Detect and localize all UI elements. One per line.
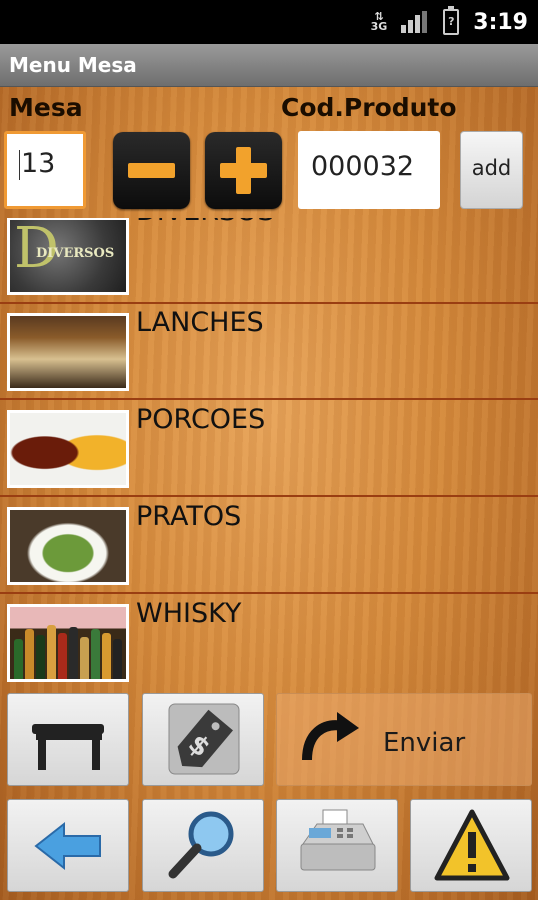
warning-icon	[434, 809, 510, 881]
back-arrow-icon	[34, 821, 101, 871]
table-icon	[32, 724, 104, 770]
category-label: LANCHES	[136, 307, 264, 338]
page-title: Menu Mesa	[9, 53, 137, 77]
back-button[interactable]	[7, 799, 129, 892]
battery-icon: ?	[443, 6, 460, 35]
category-list[interactable]: DDIVERSOS DIVERSOS LANCHES PORCOES PRATO…	[0, 218, 538, 686]
category-label: DIVERSOS	[136, 218, 275, 227]
mesa-input[interactable]: 13	[4, 131, 86, 209]
category-row-pratos[interactable]: PRATOS	[0, 498, 538, 594]
mesa-value: 13	[21, 148, 56, 179]
category-label: WHISKY	[136, 598, 242, 629]
decrement-button[interactable]	[113, 132, 190, 209]
mesa-label: Mesa	[9, 93, 83, 122]
add-button[interactable]: add	[460, 131, 523, 209]
price-tag-icon: $	[168, 703, 240, 775]
increment-button[interactable]	[205, 132, 282, 209]
redo-arrow-icon	[302, 712, 359, 761]
cod-produto-input[interactable]: 000032	[298, 131, 440, 209]
category-row-whisky[interactable]: WHISKY	[0, 595, 538, 686]
minus-icon	[128, 163, 175, 178]
salad-thumbnail	[7, 507, 129, 585]
clock: 3:19	[473, 9, 528, 35]
burger-thumbnail	[7, 313, 129, 391]
price-button[interactable]: $	[142, 693, 264, 786]
cod-produto-value: 000032	[311, 151, 415, 182]
title-bar: Menu Mesa	[0, 44, 538, 87]
cash-register-icon	[300, 809, 376, 871]
category-row-porcoes[interactable]: PORCOES	[0, 401, 538, 497]
cod-produto-label: Cod.Produto	[281, 93, 457, 122]
signal-icon	[401, 11, 429, 33]
diversos-thumbnail: D DIVERSOS	[7, 218, 129, 295]
network-type: 3G	[370, 20, 388, 33]
main-content: Mesa Cod.Produto 13 000032 add D DIVERSOS…	[0, 87, 538, 900]
status-bar: ⇅ 3G ? 3:19	[0, 0, 538, 44]
table-button[interactable]	[7, 693, 129, 786]
category-row-lanches[interactable]: LANCHES	[0, 304, 538, 400]
add-label: add	[471, 156, 512, 180]
category-row-diversos[interactable]: DDIVERSOS DIVERSOS	[0, 218, 538, 304]
fries-thumbnail	[7, 410, 129, 488]
enviar-button[interactable]: Enviar	[276, 693, 532, 786]
bottles-thumbnail	[7, 604, 129, 682]
cash-register-button[interactable]	[276, 799, 398, 892]
warning-button[interactable]	[410, 799, 532, 892]
category-label: PORCOES	[136, 404, 266, 435]
category-label: PRATOS	[136, 501, 242, 532]
search-icon	[168, 811, 234, 879]
search-button[interactable]	[142, 799, 264, 892]
enviar-label: Enviar	[383, 728, 466, 758]
network-3g-icon: ⇅ 3G	[370, 10, 388, 33]
